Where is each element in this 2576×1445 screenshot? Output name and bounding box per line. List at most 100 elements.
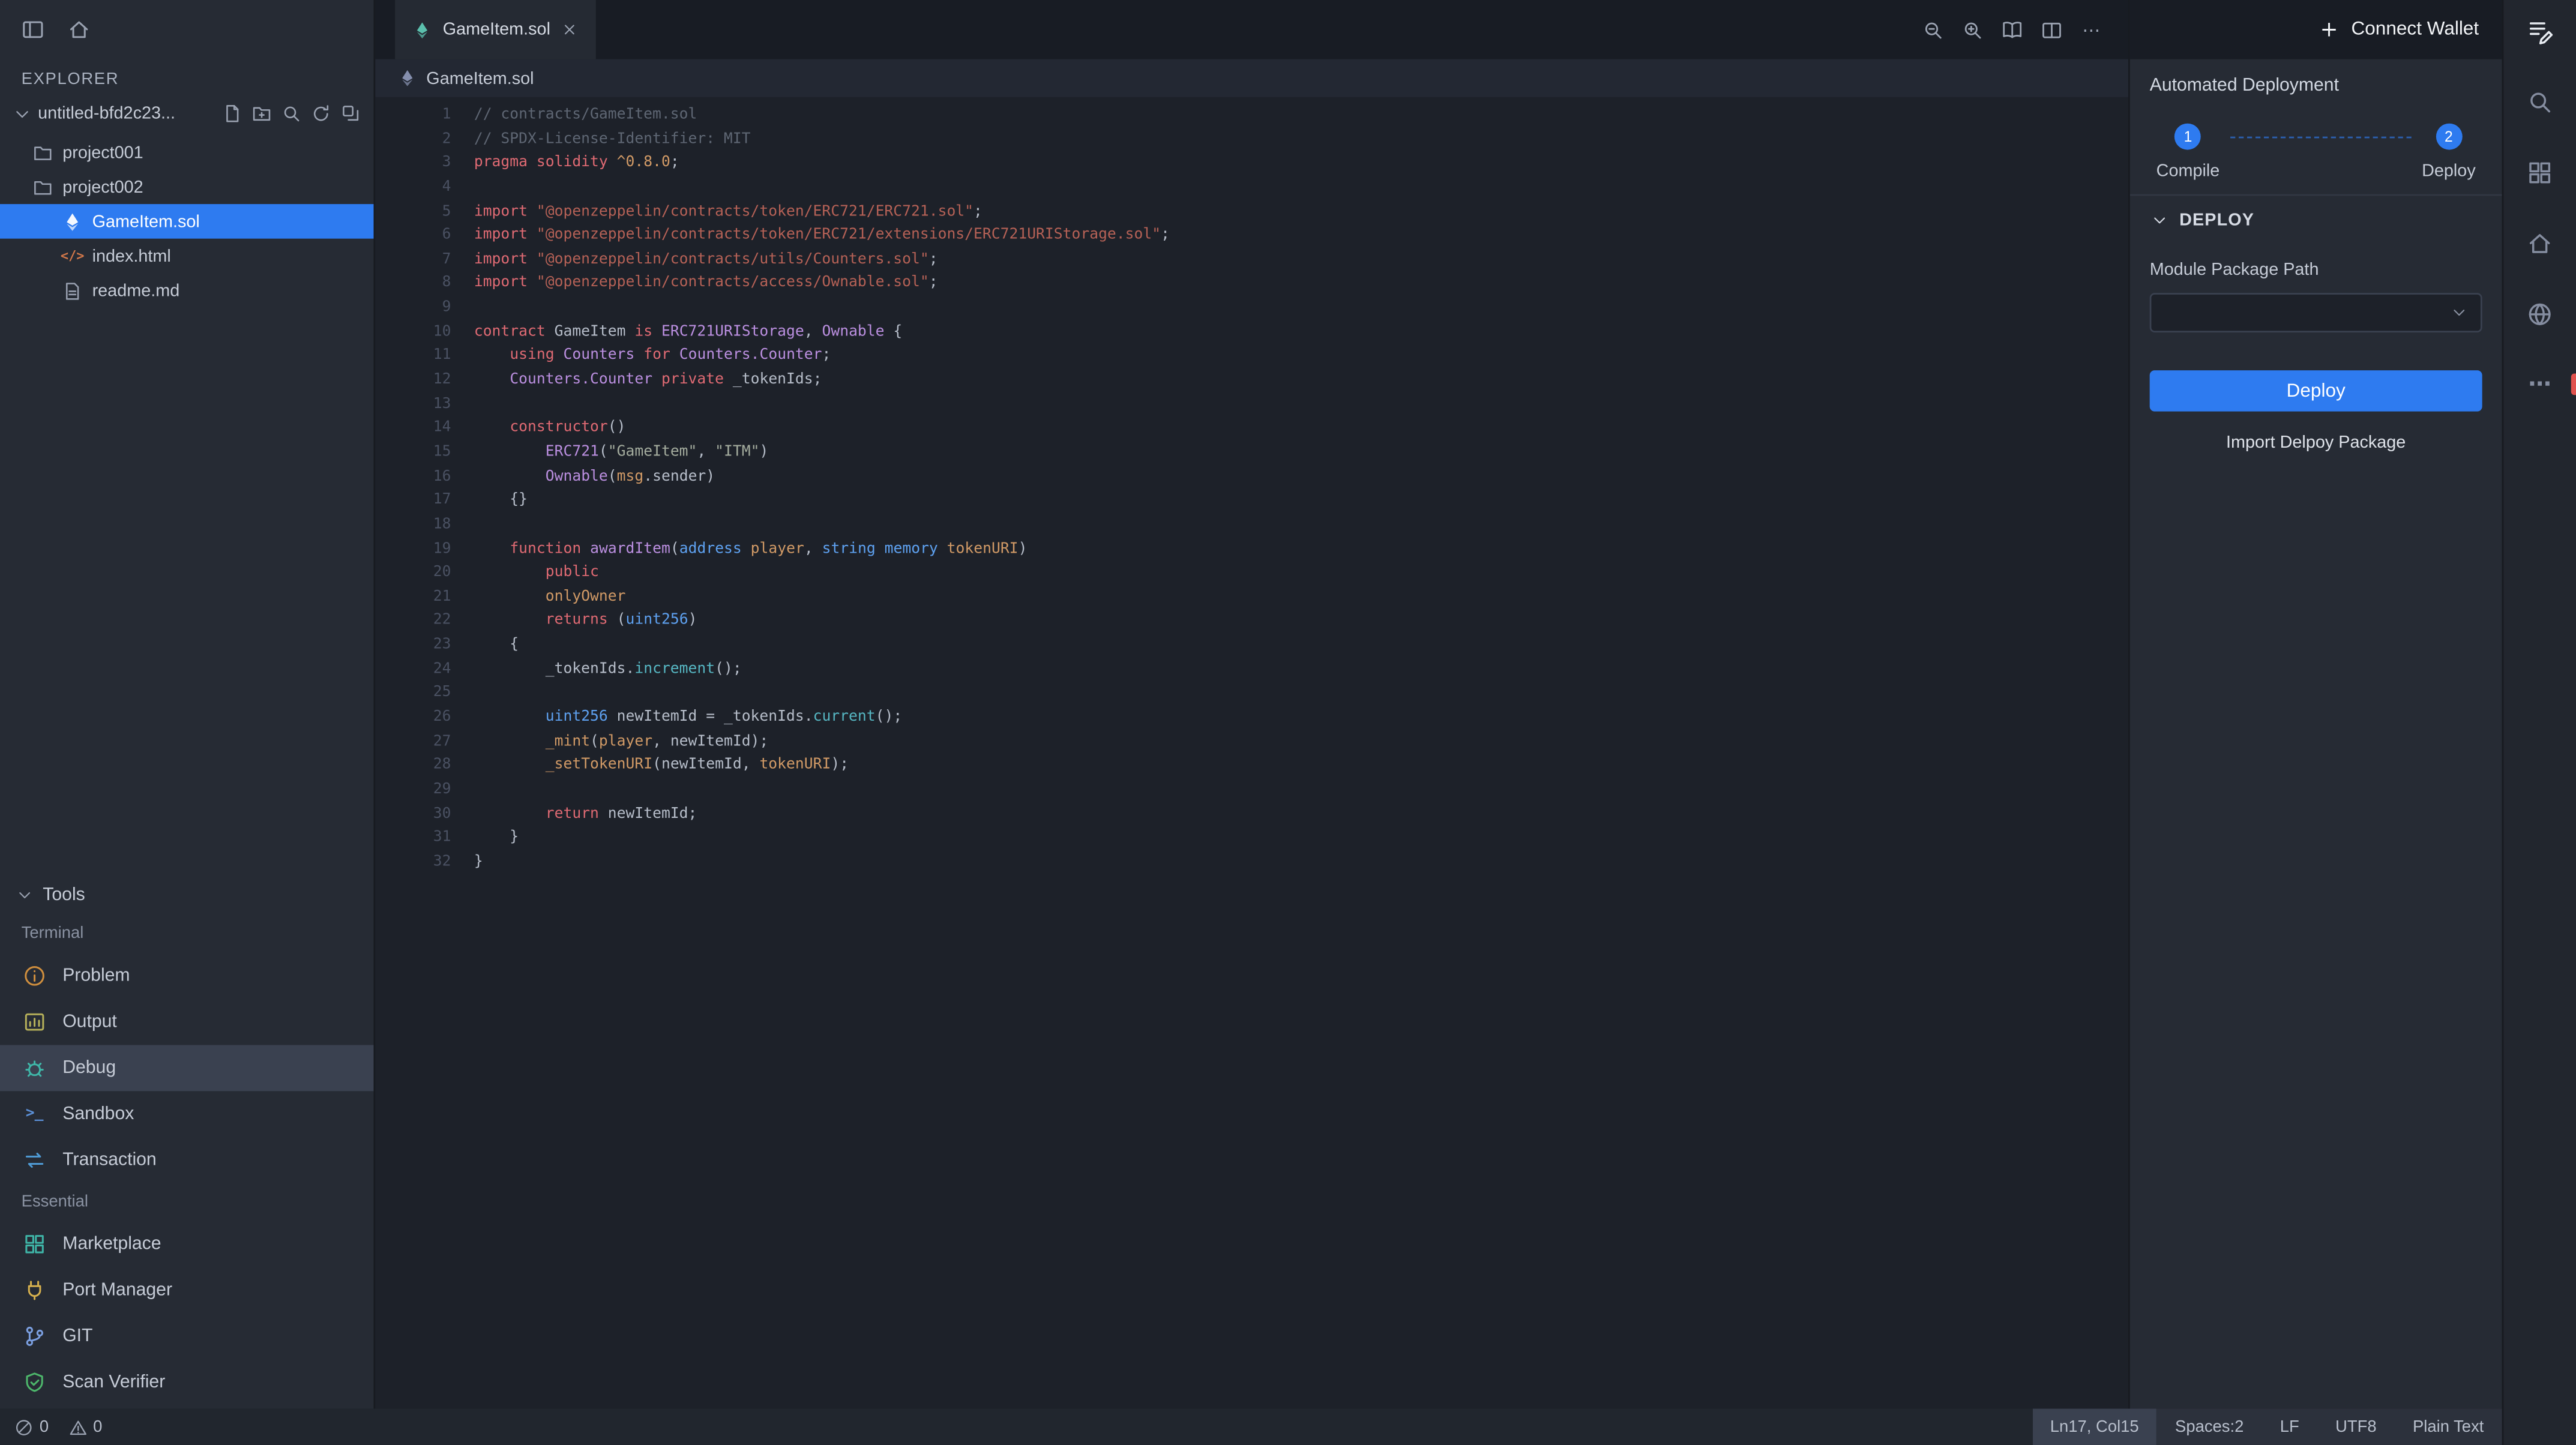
code-line-26[interactable]: 26 uint256 newItemId = _tokenIds.current… xyxy=(375,706,2128,730)
line-text: return newItemId; xyxy=(451,802,697,826)
code-line-20[interactable]: 20 public xyxy=(375,562,2128,586)
code-line-24[interactable]: 24 _tokenIds.increment(); xyxy=(375,658,2128,682)
code-line-12[interactable]: 12 Counters.Counter private _tokenIds; xyxy=(375,368,2128,392)
close-icon[interactable] xyxy=(562,22,578,38)
tree-item-project001[interactable]: project001 xyxy=(0,135,374,170)
search-icon[interactable] xyxy=(281,104,301,124)
code-line-17[interactable]: 17 {} xyxy=(375,489,2128,513)
tool-item-transaction[interactable]: Transaction xyxy=(0,1137,374,1183)
code-line-5[interactable]: 5import "@openzeppelin/contracts/token/E… xyxy=(375,200,2128,224)
code-line-27[interactable]: 27 _mint(player, newItemId); xyxy=(375,730,2128,754)
new-file-icon[interactable] xyxy=(222,104,242,124)
breadcrumb[interactable]: GameItem.sol xyxy=(375,59,2128,97)
line-number: 12 xyxy=(375,368,451,392)
tab-gameitem-sol[interactable]: GameItem.sol xyxy=(395,0,597,59)
status-eol[interactable]: LF xyxy=(2262,1409,2317,1445)
split-icon[interactable] xyxy=(2041,19,2063,41)
tool-item-marketplace[interactable]: Marketplace xyxy=(0,1221,374,1267)
line-number: 9 xyxy=(375,296,451,320)
tool-item-git[interactable]: GIT xyxy=(0,1314,374,1360)
status-indentation[interactable]: Spaces:2 xyxy=(2157,1409,2262,1445)
code-line-32[interactable]: 32} xyxy=(375,850,2128,874)
line-text: ERC721("GameItem", "ITM") xyxy=(451,441,768,465)
refresh-icon[interactable] xyxy=(311,104,331,124)
status-encoding[interactable]: UTF8 xyxy=(2317,1409,2395,1445)
home-icon[interactable] xyxy=(67,18,90,41)
tree-item-index-html[interactable]: </>index.html xyxy=(0,239,374,274)
rail-more-icon[interactable]: ⋯ xyxy=(2503,372,2576,398)
tool-item-port-manager[interactable]: Port Manager xyxy=(0,1267,374,1314)
deploy-section-header[interactable]: DEPLOY xyxy=(2130,194,2502,244)
code-line-15[interactable]: 15 ERC721("GameItem", "ITM") xyxy=(375,441,2128,465)
problem-icon xyxy=(23,964,46,987)
code-line-30[interactable]: 30 return newItemId; xyxy=(375,802,2128,826)
new-folder-icon[interactable] xyxy=(252,104,272,124)
preview-icon[interactable] xyxy=(2002,19,2023,41)
more-icon[interactable]: ⋯ xyxy=(2081,19,2102,41)
rail-home-icon[interactable] xyxy=(2503,230,2576,257)
error-count-value: 0 xyxy=(40,1418,49,1436)
code-line-10[interactable]: 10contract GameItem is ERC721URIStorage,… xyxy=(375,320,2128,344)
code-line-6[interactable]: 6import "@openzeppelin/contracts/token/E… xyxy=(375,224,2128,248)
status-bar: 0 0 Ln17, Col15Spaces:2LFUTF8Plain Text xyxy=(0,1409,2502,1445)
code-line-16[interactable]: 16 Ownable(msg.sender) xyxy=(375,465,2128,489)
deploy-button[interactable]: Deploy xyxy=(2150,370,2482,412)
tool-item-problem[interactable]: Problem xyxy=(0,953,374,999)
code-line-23[interactable]: 23 { xyxy=(375,634,2128,658)
tree-item-gameitem-sol[interactable]: GameItem.sol xyxy=(0,204,374,239)
deploy-panel-body: Automated Deployment 1Compile2Deploy DEP… xyxy=(2130,59,2502,452)
error-count[interactable]: 0 xyxy=(15,1418,49,1436)
tools-header[interactable]: Tools xyxy=(0,876,374,915)
tree-item-label: project002 xyxy=(62,177,143,197)
code-line-11[interactable]: 11 using Counters for Counters.Counter; xyxy=(375,344,2128,368)
warning-count[interactable]: 0 xyxy=(68,1418,102,1436)
code-line-31[interactable]: 31 } xyxy=(375,826,2128,850)
status-language-mode[interactable]: Plain Text xyxy=(2395,1409,2502,1445)
rail-deployment-icon[interactable] xyxy=(2503,18,2576,44)
connect-wallet-button[interactable]: + Connect Wallet xyxy=(2320,19,2479,41)
code-line-19[interactable]: 19 function awardItem(address player, st… xyxy=(375,538,2128,562)
code-line-28[interactable]: 28 _setTokenURI(newItemId, tokenURI); xyxy=(375,754,2128,778)
deploy-section-label: DEPLOY xyxy=(2179,210,2254,230)
workspace-row[interactable]: untitled-bfd2c23... xyxy=(0,95,374,131)
code-line-14[interactable]: 14 constructor() xyxy=(375,417,2128,441)
rail-settings-icon[interactable] xyxy=(2503,301,2576,328)
zoom-in-icon[interactable] xyxy=(1962,19,1984,41)
tree-item-project002[interactable]: project002 xyxy=(0,169,374,204)
code-line-18[interactable]: 18 xyxy=(375,513,2128,537)
rail-apps-icon[interactable] xyxy=(2503,160,2576,186)
module-package-path-select[interactable] xyxy=(2150,293,2482,332)
rail-search-icon[interactable] xyxy=(2503,89,2576,115)
tool-item-debug[interactable]: Debug xyxy=(0,1045,374,1091)
code-line-1[interactable]: 1// contracts/GameItem.sol xyxy=(375,104,2128,128)
solidity-file-icon xyxy=(399,69,417,87)
tool-item-scan-verifier[interactable]: Scan Verifier xyxy=(0,1359,374,1405)
code-line-3[interactable]: 3pragma solidity ^0.8.0; xyxy=(375,152,2128,176)
ide-window: EXPLORER untitled-bfd2c23... project001p… xyxy=(0,0,2576,1445)
code-line-7[interactable]: 7import "@openzeppelin/contracts/utils/C… xyxy=(375,248,2128,272)
panel-icon[interactable] xyxy=(22,18,44,41)
code-editor[interactable]: 1// contracts/GameItem.sol2// SPDX-Licen… xyxy=(375,97,2128,1409)
code-line-4[interactable]: 4 xyxy=(375,176,2128,200)
tool-item-output[interactable]: Output xyxy=(0,999,374,1045)
code-line-9[interactable]: 9 xyxy=(375,296,2128,320)
line-text: // SPDX-License-Identifier: MIT xyxy=(451,128,750,152)
code-line-22[interactable]: 22 returns (uint256) xyxy=(375,610,2128,634)
tool-item-label: Problem xyxy=(62,966,130,986)
line-text: function awardItem(address player, strin… xyxy=(451,538,1027,562)
code-line-21[interactable]: 21 onlyOwner xyxy=(375,586,2128,610)
code-line-29[interactable]: 29 xyxy=(375,778,2128,802)
import-deploy-package-link[interactable]: Import Delpoy Package xyxy=(2150,433,2482,452)
tree-item-readme-md[interactable]: readme.md xyxy=(0,273,374,308)
status-cursor-position[interactable]: Ln17, Col15 xyxy=(2032,1409,2157,1445)
tool-item-sandbox[interactable]: >_Sandbox xyxy=(0,1091,374,1137)
zoom-out-icon[interactable] xyxy=(1922,19,1944,41)
line-text: } xyxy=(451,826,519,850)
line-number: 23 xyxy=(375,634,451,658)
collapse-icon[interactable] xyxy=(341,104,361,124)
code-line-25[interactable]: 25 xyxy=(375,682,2128,706)
code-line-2[interactable]: 2// SPDX-License-Identifier: MIT xyxy=(375,128,2128,152)
code-line-8[interactable]: 8import "@openzeppelin/contracts/access/… xyxy=(375,272,2128,296)
code-line-13[interactable]: 13 xyxy=(375,393,2128,417)
line-text: returns (uint256) xyxy=(451,610,697,634)
